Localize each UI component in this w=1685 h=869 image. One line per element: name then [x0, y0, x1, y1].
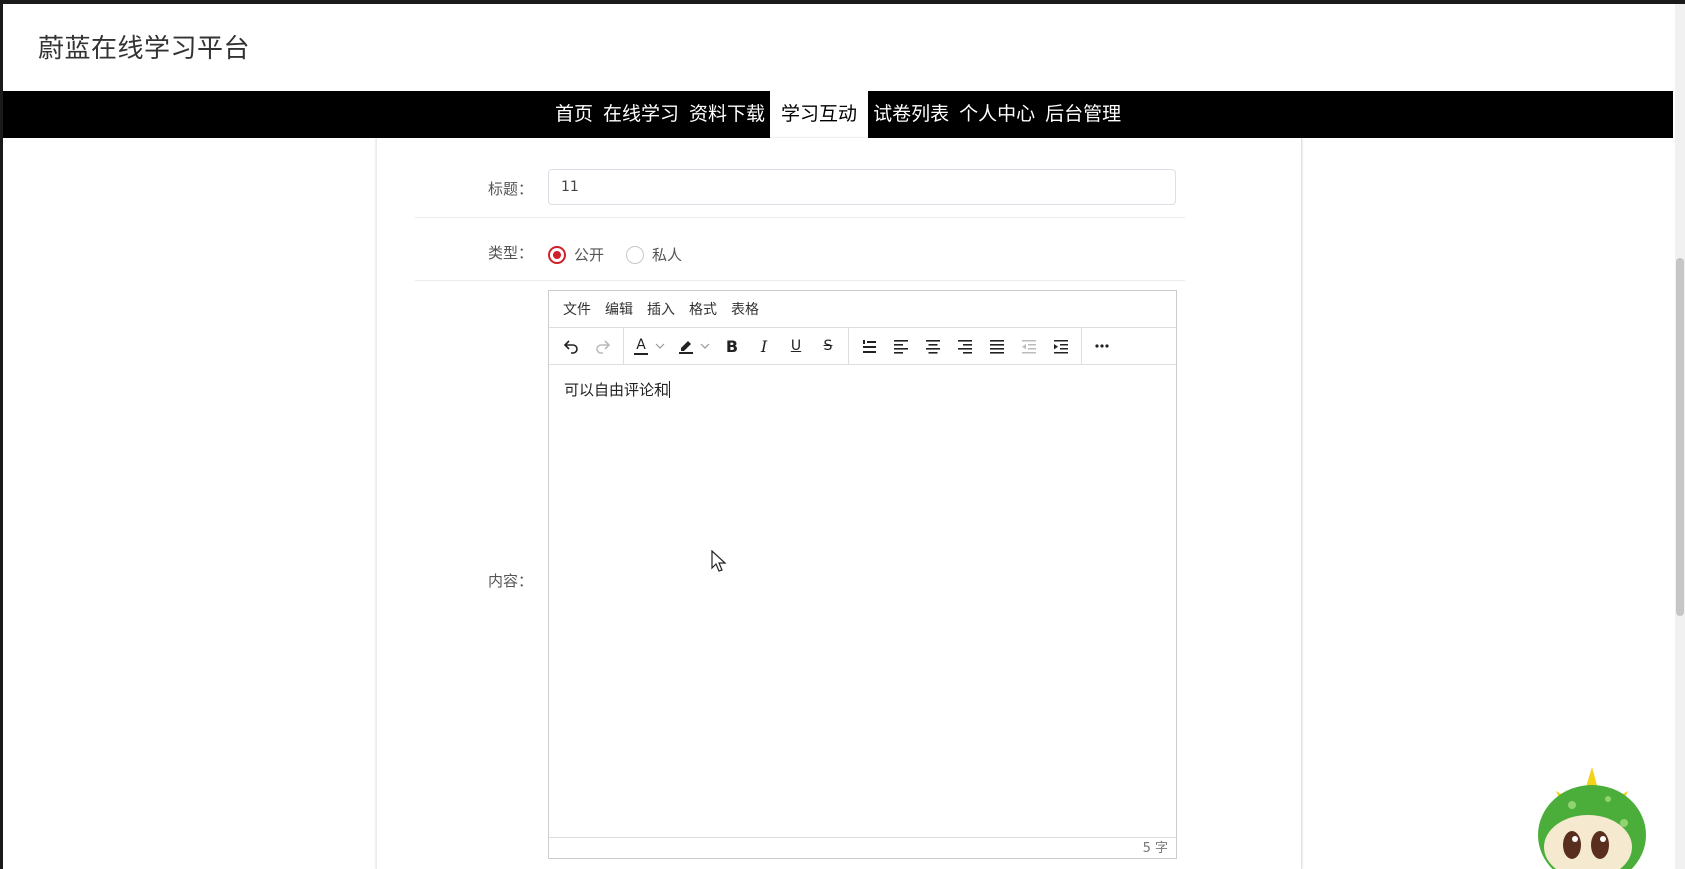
nav-item-downloads[interactable]: 资料下载: [684, 91, 770, 138]
nav-item-interaction[interactable]: 学习互动: [770, 91, 869, 138]
editor-toolbar: A B I U S: [549, 328, 1176, 365]
nav-item-home[interactable]: 首页: [550, 91, 598, 138]
nav-item-online-learning[interactable]: 在线学习: [598, 91, 684, 138]
bold-icon: B: [725, 336, 739, 356]
rich-text-editor: 文件 编辑 插入 格式 表格 A B I U S 可以自由评论和 5 字: [548, 290, 1177, 859]
menu-insert[interactable]: 插入: [640, 299, 682, 319]
main-navbar: 首页 在线学习 资料下载 学习互动 试卷列表 个人中心 后台管理: [3, 91, 1673, 138]
title-row: 标题：: [415, 138, 1185, 218]
content-label: 内容：: [487, 572, 533, 590]
align-left-button[interactable]: [885, 331, 917, 361]
title-label: 标题：: [487, 180, 533, 198]
scrollbar-thumb[interactable]: [1676, 258, 1684, 616]
menu-file[interactable]: 文件: [556, 299, 598, 319]
menu-table[interactable]: 表格: [724, 299, 766, 319]
nav-item-admin[interactable]: 后台管理: [1040, 91, 1126, 138]
editor-statusbar: 5 字: [549, 837, 1176, 858]
toolbar-separator: [1081, 328, 1082, 364]
align-right-icon: [958, 340, 972, 354]
more-button[interactable]: [1086, 331, 1118, 361]
more-icon: [1095, 344, 1109, 348]
type-radio-private[interactable]: 私人: [626, 244, 682, 265]
type-radio-private-label: 私人: [652, 246, 683, 264]
bold-button[interactable]: B: [716, 331, 748, 361]
align-center-icon: [926, 340, 940, 354]
text-caret: [669, 381, 671, 398]
align-justify-button[interactable]: [981, 331, 1013, 361]
redo-icon: [596, 340, 611, 354]
italic-icon: I: [760, 336, 768, 356]
numbered-list-icon: [863, 340, 876, 353]
outdent-icon: [1022, 340, 1036, 354]
chevron-down-icon: [700, 343, 710, 349]
title-input[interactable]: [548, 169, 1176, 205]
underline-button[interactable]: U: [780, 331, 812, 361]
site-header: 蔚蓝在线学习平台: [3, 4, 1673, 91]
site-title: 蔚蓝在线学习平台: [38, 34, 251, 64]
type-row: 类型： 公开 私人: [415, 217, 1185, 281]
align-left-icon: [894, 340, 908, 354]
text-color-icon: A: [634, 338, 648, 355]
content-row: 内容： 文件 编辑 插入 格式 表格 A B I U S 可以自由评论和 5 字: [415, 280, 1185, 869]
align-right-button[interactable]: [949, 331, 981, 361]
outdent-button[interactable]: [1013, 331, 1045, 361]
editor-content-area[interactable]: 可以自由评论和: [549, 365, 1176, 836]
editor-content-text: 可以自由评论和: [564, 381, 670, 399]
undo-button[interactable]: [555, 331, 587, 361]
type-radio-public[interactable]: 公开: [548, 244, 604, 265]
align-center-button[interactable]: [917, 331, 949, 361]
toolbar-separator: [848, 328, 849, 364]
radio-checked-icon: [548, 245, 566, 264]
underline-icon: U: [790, 338, 802, 354]
nav-list: 首页 在线学习 资料下载 学习互动 试卷列表 个人中心 后台管理: [550, 91, 1126, 138]
post-form-card: 标题： 类型： 公开 私人 内容： 文件 编辑 插入 格式 表格: [376, 138, 1302, 869]
nav-item-personal-center[interactable]: 个人中心: [954, 91, 1040, 138]
align-justify-icon: [990, 340, 1004, 354]
word-count: 5 字: [1142, 841, 1168, 856]
toolbar-separator: [623, 328, 624, 364]
numbered-list-button[interactable]: [853, 331, 885, 361]
nav-item-exam-list[interactable]: 试卷列表: [868, 91, 954, 138]
text-color-button[interactable]: A: [628, 331, 672, 361]
indent-icon: [1054, 340, 1068, 354]
highlight-button[interactable]: [672, 331, 716, 361]
italic-button[interactable]: I: [748, 331, 780, 361]
type-label: 类型：: [487, 244, 533, 262]
strikethrough-button[interactable]: S: [812, 331, 844, 361]
chevron-down-icon: [655, 343, 665, 349]
menu-format[interactable]: 格式: [682, 299, 724, 319]
mascot-icon: [1538, 767, 1646, 869]
redo-button[interactable]: [587, 331, 619, 361]
mouse-cursor-icon: [711, 550, 727, 572]
strikethrough-icon: S: [823, 338, 833, 354]
menu-edit[interactable]: 编辑: [598, 299, 640, 319]
radio-unchecked-icon: [626, 245, 644, 264]
undo-icon: [563, 340, 578, 354]
highlight-icon: [679, 341, 693, 354]
type-radio-public-label: 公开: [574, 246, 605, 264]
editor-menubar: 文件 编辑 插入 格式 表格: [549, 291, 1176, 328]
indent-button[interactable]: [1045, 331, 1077, 361]
